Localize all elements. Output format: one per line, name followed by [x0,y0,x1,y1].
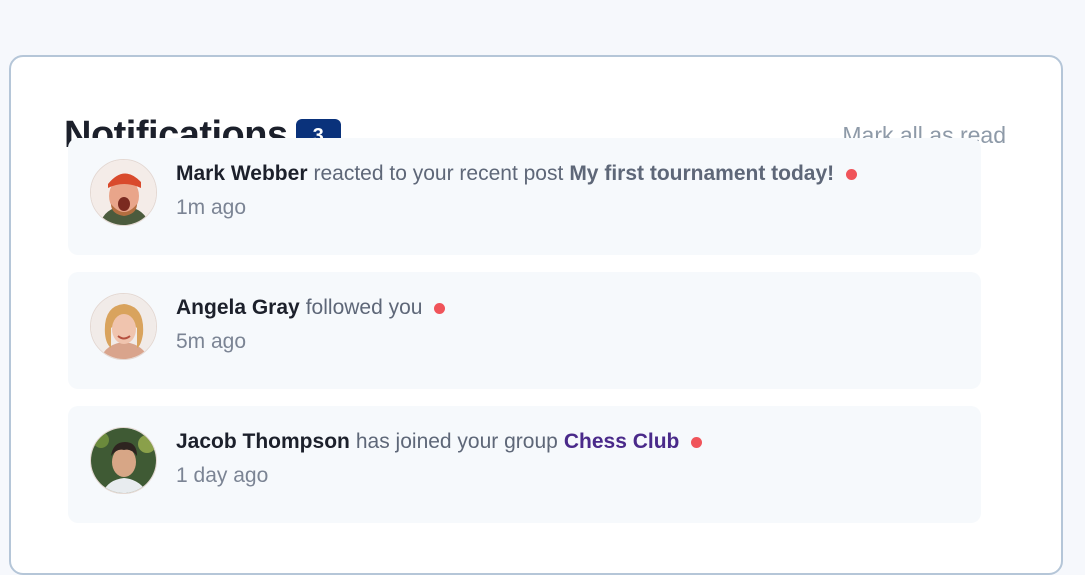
user-name[interactable]: Jacob Thompson [176,426,350,458]
avatar[interactable] [90,293,157,360]
notification-message: Angela Gray followed you [176,292,961,324]
unread-dot [846,168,858,180]
action-text: reacted to your recent post [313,162,564,185]
unread-dot [434,302,446,314]
avatar[interactable] [90,159,157,226]
user-name[interactable]: Mark Webber [176,158,308,190]
notification-item[interactable]: Mark Webber reacted to your recent post … [68,138,981,255]
notification-list: Mark Webber reacted to your recent post … [68,138,981,540]
notification-content: Mark Webber reacted to your recent post … [176,158,961,226]
user-name[interactable]: Angela Gray [176,292,300,324]
notification-message: Mark Webber reacted to your recent post … [176,158,961,190]
action-text: followed you [305,296,423,319]
notification-content: Jacob Thompson has joined your group Che… [176,426,961,494]
post-link[interactable]: My first tournament today! [569,158,834,190]
avatar[interactable] [90,427,157,494]
notification-item[interactable]: Jacob Thompson has joined your group Che… [68,406,981,523]
timestamp: 5m ago [176,330,247,353]
timestamp: 1 day ago [176,464,269,487]
notification-content: Angela Gray followed you 5m ago [176,292,961,360]
unread-dot [691,436,703,448]
group-link[interactable]: Chess Club [564,426,680,458]
action-text: has joined your group [355,430,558,453]
notification-message: Jacob Thompson has joined your group Che… [176,426,961,458]
timestamp: 1m ago [176,196,247,219]
notification-item[interactable]: Angela Gray followed you 5m ago [68,272,981,389]
